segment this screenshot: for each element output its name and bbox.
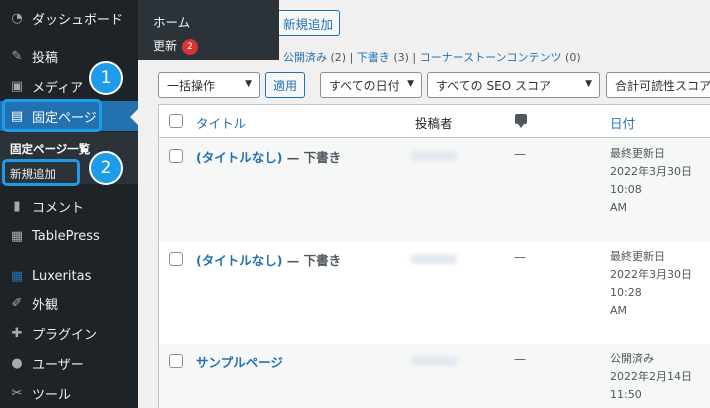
luxeritas-icon: ▦ xyxy=(10,268,24,284)
pages-table: タイトル 投稿者 日付 (タイトルなし) — 下書き — 最終更新日 2022年… xyxy=(158,104,710,408)
row-checkbox[interactable] xyxy=(169,149,183,163)
filter-separator: | xyxy=(349,51,354,64)
row-checkbox[interactable] xyxy=(169,354,183,368)
user-icon: ● xyxy=(11,355,23,371)
row-comments: — xyxy=(514,352,526,366)
update-count-badge: 2 xyxy=(182,38,199,55)
select-all-checkbox[interactable] xyxy=(169,114,183,128)
row-comments: — xyxy=(514,147,526,161)
column-author: 投稿者 xyxy=(415,116,453,131)
sidebar-item-users[interactable]: ● ユーザー xyxy=(0,348,138,378)
bulk-action-select[interactable]: 一括操作 ▼ xyxy=(158,72,260,98)
readability-value: 合計可読性スコア xyxy=(615,78,710,93)
sidebar-item-label: ユーザー xyxy=(32,357,84,373)
table-icon: ▦ xyxy=(10,228,24,244)
plugin-icon: ✚ xyxy=(11,325,23,341)
sidebar-item-label: Luxeritas xyxy=(32,268,92,284)
callout-2: 2 xyxy=(89,151,123,185)
sidebar-item-label: プラグイン xyxy=(32,327,98,343)
flyout-home[interactable]: ホーム xyxy=(153,12,190,31)
admin-sidebar: ◔ ダッシュボード ✎ 投稿 ▣ メディア ▤ 固定ページ 固定ページ一覧 新規… xyxy=(0,0,138,408)
filter-drafts-count: (3) xyxy=(393,51,409,64)
row-author-redacted xyxy=(411,151,457,161)
sidebar-item-appearance[interactable]: ✐ 外観 xyxy=(0,288,138,318)
highlight-add-new xyxy=(2,159,80,186)
date-filter-value: すべての日付 xyxy=(329,78,400,93)
chevron-down-icon: ▼ xyxy=(407,79,414,89)
wrench-icon: ✂ xyxy=(11,385,23,401)
row-title[interactable]: (タイトルなし) — 下書き xyxy=(196,250,341,269)
main-content: 新規追加 公開済み (2) | 下書き (3) | コーナーストーンコンテンツ … xyxy=(138,0,710,408)
row-date: 公開済み 2022年2月14日 11:50 AM xyxy=(610,352,692,408)
dashboard-flyout-menu: ホーム 更新 2 xyxy=(138,0,279,60)
sidebar-item-tools[interactable]: ✂ ツール xyxy=(0,378,138,408)
sidebar-item-dashboard[interactable]: ◔ ダッシュボード xyxy=(0,3,138,33)
table-header: タイトル 投稿者 日付 xyxy=(159,105,710,138)
sidebar-item-label: ツール xyxy=(32,387,72,403)
chevron-down-icon: ▼ xyxy=(245,79,252,89)
filter-separator: | xyxy=(412,51,417,64)
bulk-action-value: 一括操作 xyxy=(167,78,216,93)
highlight-pages xyxy=(2,99,102,132)
sidebar-item-tablepress[interactable]: ▦ TablePress xyxy=(0,221,138,251)
column-date[interactable]: 日付 xyxy=(610,113,635,132)
row-author-redacted xyxy=(411,356,457,366)
flyout-updates[interactable]: 更新 2 xyxy=(153,37,199,55)
sidebar-item-label: TablePress xyxy=(32,228,100,244)
seo-score-value: すべての SEO スコア xyxy=(436,78,551,93)
media-icon: ▣ xyxy=(10,78,24,94)
comment-column-icon[interactable] xyxy=(515,114,527,128)
filter-published-count: (2) xyxy=(330,51,347,64)
sidebar-item-label: 外観 xyxy=(32,297,59,313)
view-filters: 公開済み (2) | 下書き (3) | コーナーストーンコンテンツ (0) xyxy=(283,49,581,65)
sidebar-item-luxeritas[interactable]: ▦ Luxeritas xyxy=(0,261,138,291)
sidebar-item-label: ダッシュボード xyxy=(32,12,124,28)
filter-cornerstone[interactable]: コーナーストーンコンテンツ xyxy=(420,51,562,64)
sidebar-item-plugins[interactable]: ✚ プラグイン xyxy=(0,318,138,348)
add-new-button[interactable]: 新規追加 xyxy=(279,10,341,36)
table-row: (タイトルなし) — 下書き — 最終更新日 2022年3月30日 10:28 … xyxy=(159,242,710,344)
brush-icon: ✐ xyxy=(11,295,23,311)
date-filter-select[interactable]: すべての日付 ▼ xyxy=(320,72,422,98)
row-title[interactable]: (タイトルなし) — 下書き xyxy=(196,147,341,166)
row-date: 最終更新日 2022年3月30日 10:08 AM xyxy=(610,147,692,214)
readability-select[interactable]: 合計可読性スコア xyxy=(606,72,710,98)
column-title[interactable]: タイトル xyxy=(196,113,246,132)
row-title[interactable]: サンプルページ xyxy=(196,352,283,371)
sidebar-item-label: メディア xyxy=(32,80,84,96)
comment-icon: ▮ xyxy=(13,198,21,214)
sidebar-item-label: 投稿 xyxy=(32,50,59,66)
current-menu-arrow xyxy=(130,109,138,125)
flyout-updates-label: 更新 xyxy=(153,39,178,53)
row-date: 最終更新日 2022年3月30日 10:28 AM xyxy=(610,250,692,317)
filter-drafts[interactable]: 下書き xyxy=(357,51,390,64)
apply-button[interactable]: 適用 xyxy=(265,72,305,98)
chevron-down-icon: ▼ xyxy=(585,79,592,89)
sidebar-item-comments[interactable]: ▮ コメント xyxy=(0,191,138,221)
filter-cornerstone-count: (0) xyxy=(565,51,581,64)
sidebar-item-label: コメント xyxy=(32,200,85,216)
callout-1: 1 xyxy=(89,61,123,95)
row-checkbox[interactable] xyxy=(169,252,183,266)
pin-icon: ✎ xyxy=(11,48,23,64)
row-comments: — xyxy=(514,250,526,264)
dashboard-icon: ◔ xyxy=(11,10,23,26)
table-row: (タイトルなし) — 下書き — 最終更新日 2022年3月30日 10:08 … xyxy=(159,139,710,242)
table-row: サンプルページ — 公開済み 2022年2月14日 11:50 AM xyxy=(159,344,710,408)
filter-published[interactable]: 公開済み xyxy=(283,51,327,64)
row-author-redacted xyxy=(411,254,457,264)
seo-score-select[interactable]: すべての SEO スコア ▼ xyxy=(427,72,600,98)
